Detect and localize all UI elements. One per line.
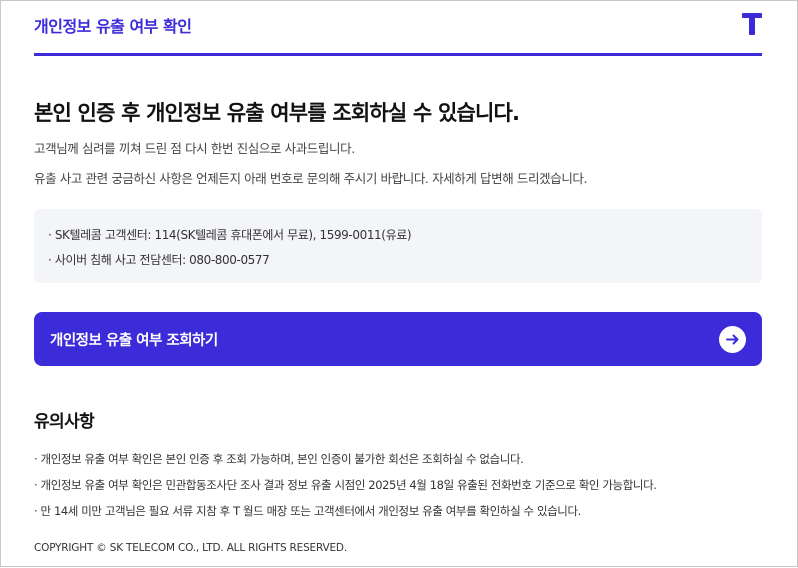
check-leak-button-label: 개인정보 유출 여부 조회하기 bbox=[50, 333, 218, 349]
contact-item-cyber-center: · 사이버 침해 사고 전담센터: 080-800-0577 bbox=[48, 253, 270, 267]
apology-text: 고객님께 심려를 끼쳐 드린 점 다시 한번 진심으로 사과드립니다. bbox=[34, 141, 355, 156]
notes-title: 유의사항 bbox=[34, 412, 95, 432]
page-title: 개인정보 유출 여부 확인 bbox=[34, 17, 192, 36]
page-header: 개인정보 유출 여부 확인 bbox=[34, 1, 762, 56]
copyright-text: COPYRIGHT © SK TELECOM CO., LTD. ALL RIG… bbox=[34, 542, 347, 554]
contact-info-box: · SK텔레콤 고객센터: 114(SK텔레콤 휴대폰에서 무료), 1599-… bbox=[34, 209, 762, 283]
note-item: · 개인정보 유출 여부 확인은 민관합동조사단 조사 결과 정보 유출 시점인… bbox=[34, 478, 657, 492]
contact-item-customer-center: · SK텔레콤 고객센터: 114(SK텔레콤 휴대폰에서 무료), 1599-… bbox=[48, 228, 412, 242]
page: 개인정보 유출 여부 확인 본인 인증 후 개인정보 유출 여부를 조회하실 수… bbox=[1, 1, 798, 568]
note-item: · 만 14세 미만 고객님은 필요 서류 지참 후 T 월드 매장 또는 고객… bbox=[34, 504, 581, 518]
main-headline: 본인 인증 후 개인정보 유출 여부를 조회하실 수 있습니다. bbox=[34, 101, 520, 125]
contact-guide-text: 유출 사고 관련 궁금하신 사항은 언제든지 아래 번호로 문의해 주시기 바랍… bbox=[34, 171, 588, 186]
check-leak-button[interactable]: 개인정보 유출 여부 조회하기 bbox=[34, 312, 762, 366]
t-logo-icon[interactable] bbox=[742, 13, 762, 35]
note-item: · 개인정보 유출 여부 확인은 본인 인증 후 조회 가능하며, 본인 인증이… bbox=[34, 452, 524, 466]
arrow-right-circle-icon bbox=[719, 326, 746, 353]
